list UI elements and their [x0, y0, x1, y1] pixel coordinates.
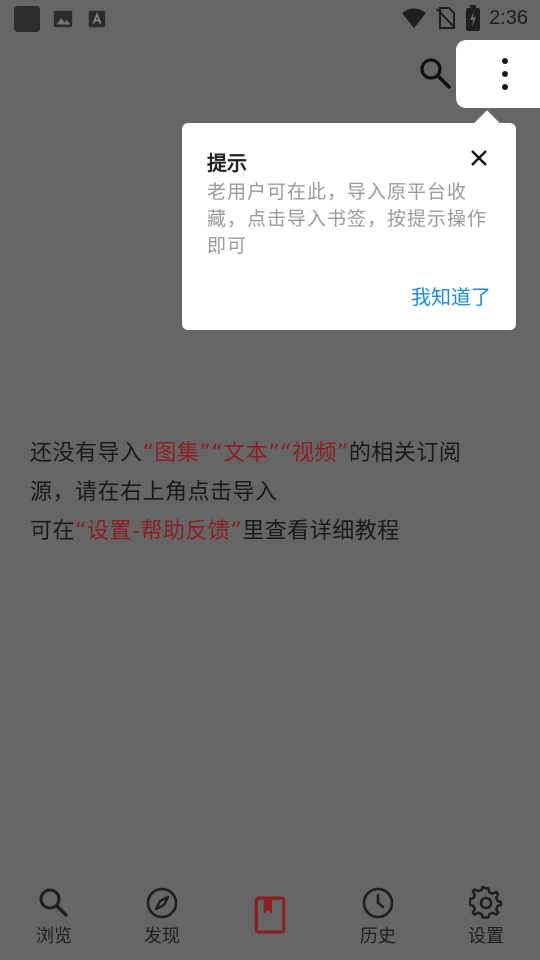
status-time: 2:36 — [489, 6, 528, 29]
tooltip-title: 提示 — [207, 151, 247, 175]
bookmark-book-icon — [254, 896, 286, 934]
nav-label-history: 历史 — [360, 926, 396, 947]
close-icon[interactable] — [468, 147, 490, 169]
message-text: 还没有导入 — [30, 441, 143, 466]
empty-message: 还没有导入“图集”“文本”“视频”的相关订阅源，请在右上角点击导入 可在“设置-… — [30, 434, 480, 551]
highlight-album: “图集” — [142, 441, 212, 466]
font-icon — [88, 10, 106, 28]
clock-icon — [362, 887, 394, 919]
no-sim-icon — [436, 7, 456, 29]
compass-icon — [146, 887, 178, 919]
got-it-button[interactable]: 我知道了 — [411, 281, 491, 310]
nav-label-discover: 发现 — [144, 926, 180, 947]
battery-charging-icon — [466, 5, 481, 31]
nav-item-browse[interactable]: 浏览 — [14, 878, 94, 960]
message-text: 可在 — [30, 519, 76, 544]
nav-label-browse: 浏览 — [36, 926, 72, 947]
bottom-nav: 浏览 发现 历史 设置 — [0, 878, 540, 960]
image-icon — [53, 10, 73, 28]
message-text: 里查看详细教程 — [242, 519, 400, 544]
search-icon — [39, 888, 68, 917]
nav-label-settings: 设置 — [468, 926, 504, 947]
tooltip-dialog: 提示 老用户可在此，导入原平台收藏，点击导入书签，按提示操作即可 我知道了 — [182, 123, 516, 330]
tooltip-body: 老用户可在此，导入原平台收藏，点击导入书签，按提示操作即可 — [207, 181, 488, 257]
highlight-text: “文本” — [211, 441, 281, 466]
search-icon[interactable] — [418, 56, 452, 90]
nav-item-library[interactable] — [230, 878, 310, 960]
gear-icon — [469, 886, 503, 919]
more-vert-icon[interactable] — [497, 58, 513, 90]
nav-item-settings[interactable]: 设置 — [446, 878, 526, 960]
app-square-icon — [14, 6, 40, 32]
highlight-video: “视频” — [280, 441, 349, 466]
nav-item-discover[interactable]: 发现 — [122, 878, 202, 960]
status-bar: 2:36 — [0, 0, 540, 36]
wifi-icon — [402, 8, 427, 28]
nav-item-history[interactable]: 历史 — [338, 878, 418, 960]
highlight-settings-link[interactable]: “设置-帮助反馈” — [75, 519, 242, 544]
